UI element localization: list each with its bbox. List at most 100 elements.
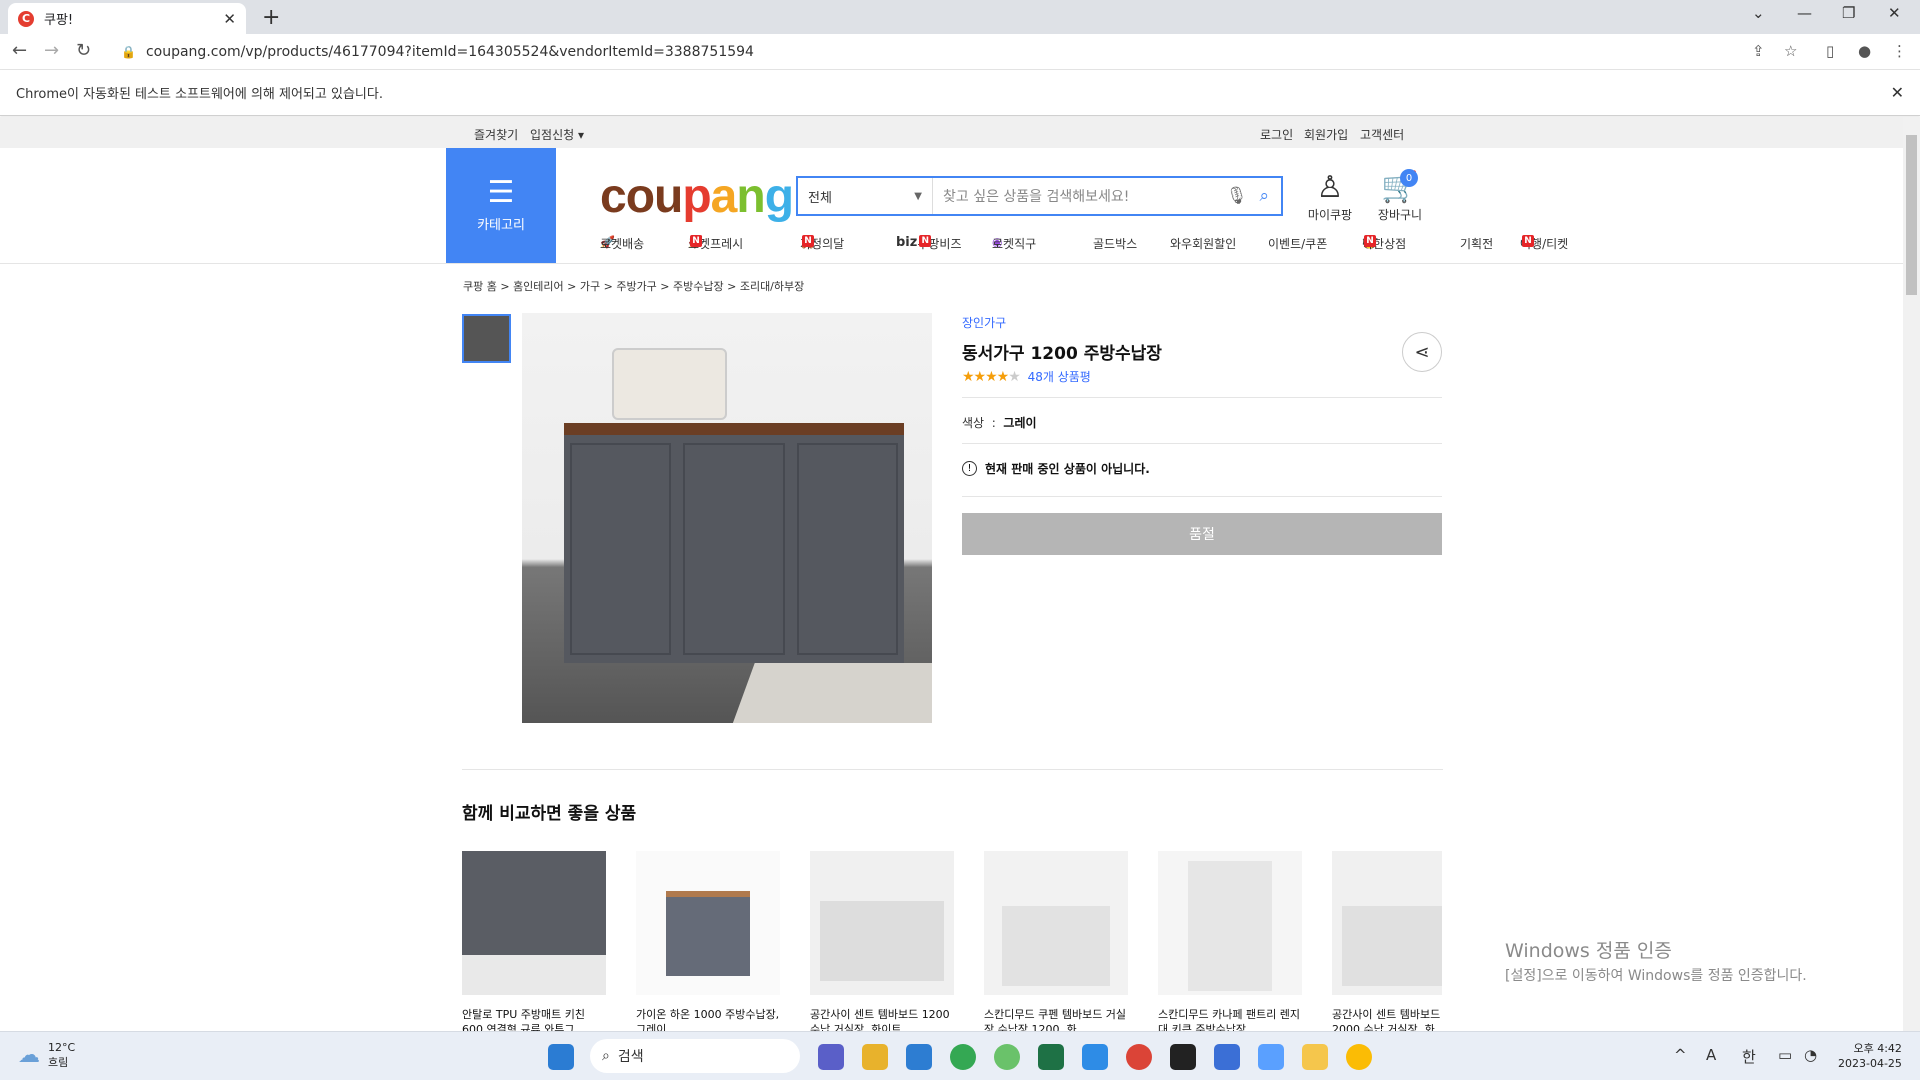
url-text: coupang.com/vp/products/46177094?itemId=… [145,44,754,60]
category-button[interactable]: ☰ 카테고리 [446,148,556,263]
coupang-logo[interactable]: coupang [600,169,794,224]
divider [962,397,1442,398]
compare-product-name: 안탈로 TPU 주방매트 키친 600 연결형 규류 와투그 [462,1008,585,1031]
store-icon[interactable] [1258,1044,1284,1070]
chrome-dev-icon[interactable] [1126,1044,1152,1070]
window-close-icon[interactable]: ✕ [1888,4,1901,22]
tab-title: 쿠팡! [44,13,74,28]
compare-product-name: 가이온 하온 1000 주방수납장, 그레이 [636,1008,780,1031]
breadcrumb[interactable]: 쿠팡 홈 > 홈인테리어 > 가구 > 주방가구 > 주방수납장 > 조리대/하… [463,278,804,294]
hamburger-icon: ☰ [487,175,515,210]
header-divider [0,263,1903,264]
login-link[interactable]: 로그인 [1260,126,1293,143]
maximize-icon[interactable]: ❐ [1842,4,1855,22]
chrome-icon[interactable] [950,1044,976,1070]
file-explorer-icon[interactable] [1302,1044,1328,1070]
minimize-icon[interactable]: — [1797,4,1812,22]
sticky-notes-icon[interactable] [1170,1044,1196,1070]
tab-close-icon[interactable]: ✕ [223,10,236,28]
compare-product-card[interactable]: 공간사이 센트 템바보드 1200 수납 거실장, 화이트 [810,851,954,1031]
chrome-active-icon[interactable] [1346,1044,1372,1070]
search-category-select[interactable]: 전체 ▼ [798,178,933,214]
new-tab-icon[interactable]: + [262,5,280,30]
excel-icon[interactable] [1038,1044,1064,1070]
mic-icon[interactable]: 🎙 [1226,186,1248,206]
product-info: 장인가구 동서가구 1200 주방수납장 ★★★★★ 48개 상품평 ⋖ [962,314,1442,385]
share-icon[interactable]: ⋖ [1402,332,1442,372]
start-windows-icon[interactable] [548,1044,574,1070]
rug-illustration [729,663,932,723]
profile-icon[interactable]: ● [1858,42,1871,60]
bookmark-link[interactable]: 즐겨찾기 [474,126,518,143]
browser-tabstrip: C 쿠팡! ✕ + ⌄ — ❐ ✕ [0,0,1920,34]
tray-chevron-icon[interactable]: ^ [1674,1046,1687,1064]
search-input[interactable]: 찾고 싶은 상품을 검색해보세요! [933,186,1226,206]
tab-search-icon[interactable]: ⌄ [1752,4,1765,22]
compare-product-name: 스칸디무드 쿠펜 템바보드 거실장 수납장 1200, 화 [984,1008,1127,1031]
compare-product-card[interactable]: 가이온 하온 1000 주방수납장, 그레이 [636,851,780,1031]
compare-product-name: 스칸디무드 카나페 팬트리 렌지대 키큰 주방수납장 [1158,1008,1301,1031]
photos-icon[interactable] [862,1044,888,1070]
weather-widget[interactable]: ☁ 12°C 흐림 [18,1041,75,1070]
side-panel-icon[interactable]: ▯ [1826,42,1834,60]
ime-language[interactable]: 한 [1742,1046,1756,1067]
bookmark-star-icon[interactable]: ☆ [1784,42,1797,60]
system-clock[interactable]: 오후 4:42 2023-04-25 [1838,1041,1902,1071]
infobar-close-icon[interactable]: ✕ [1891,83,1904,102]
seller-signup-link[interactable]: 입점신청 ▾ [530,126,584,143]
infobar-text: Chrome이 자동화된 테스트 소프트웨어에 의해 제어되고 있습니다. [16,87,383,102]
search-icon[interactable]: ⌕ [1259,186,1269,206]
compare-product-card[interactable]: 스칸디무드 쿠펜 템바보드 거실장 수납장 1200, 화 [984,851,1128,1031]
notepad-icon[interactable] [1214,1044,1240,1070]
compare-product-card[interactable]: 안탈로 TPU 주방매트 키친 600 연결형 규류 와투그 [462,851,606,1031]
nav-wow-discount[interactable]: 와우회원할인 [1170,235,1236,252]
cabinet-illustration [564,423,904,663]
windows-taskbar: ☁ 12°C 흐림 ⌕ 검색 ^ A 한 ▭ ◔ 오후 4:42 2023-04-2… [0,1031,1920,1080]
nav-event-coupon[interactable]: 이벤트/쿠폰 [1268,235,1327,252]
product-title: 동서가구 1200 주방수납장 [962,344,1162,364]
review-count[interactable]: 48개 상품평 [1028,370,1091,384]
network-icon[interactable]: ▭ [1778,1046,1792,1064]
taskbar-search[interactable]: ⌕ 검색 [590,1039,800,1073]
rating[interactable]: ★★★★★ 48개 상품평 [962,368,1442,385]
compare-product-name: 공간사이 센트 템바보드 2000 수납 거실장, 화이 [1332,1008,1441,1031]
option-row: 색상 : 그레이 [962,416,1037,430]
signup-link[interactable]: 회원가입 [1304,126,1348,143]
product-main-image [522,313,932,723]
ime-mode[interactable]: A [1706,1046,1716,1064]
teams-icon[interactable] [818,1044,844,1070]
share-page-icon[interactable]: ⇪ [1752,42,1765,60]
browser-tab[interactable]: C 쿠팡! ✕ [8,3,246,34]
volume-icon[interactable]: ◔ [1804,1046,1817,1064]
section-divider [462,769,1443,770]
wechat-icon[interactable] [994,1044,1020,1070]
compare-product-name: 공간사이 센트 템바보드 1200 수납 거실장, 화이트 [810,1008,950,1031]
compare-product-card[interactable]: 공간사이 센트 템바보드 2000 수납 거실장, 화이 [1332,851,1442,1031]
product-thumbnail[interactable] [462,314,511,363]
cart-count-badge: 0 [1400,169,1418,187]
forward-icon[interactable]: → [44,40,59,61]
reload-icon[interactable]: ↻ [76,40,91,61]
toaster-illustration [612,348,727,420]
star-rating-icon: ★★★★★ [962,369,1021,385]
menu-kebab-icon[interactable]: ⋮ [1892,42,1907,60]
search-icon: ⌕ [602,1048,610,1064]
scrollbar-thumb[interactable] [1906,135,1917,295]
compare-product-image [636,851,780,995]
compare-product-card[interactable]: 스칸디무드 카나페 팬트리 렌지대 키큰 주방수납장 [1158,851,1302,1031]
nav-exhibition[interactable]: 기획전 [1460,235,1493,252]
coupang-favicon-icon: C [18,10,34,27]
page-scrollbar[interactable] [1903,117,1920,1031]
mypage-button[interactable]: ♙ 마이쿠팡 [1302,170,1358,223]
nav-gold-box[interactable]: 골드박스 [1093,235,1137,252]
divider [962,496,1442,497]
vscode-icon[interactable] [1082,1044,1108,1070]
soldout-button[interactable]: 품절 [962,513,1442,555]
nav-coupang-biz[interactable]: biz 쿠팡비즈 N [896,235,962,251]
back-icon[interactable]: ← [12,40,27,61]
settings-icon[interactable] [906,1044,932,1070]
compare-product-image [1332,851,1442,995]
customer-center-link[interactable]: 고객센터 [1360,126,1404,143]
address-bar[interactable]: 🔒 coupang.com/vp/products/46177094?itemI… [107,37,1807,67]
brand-link[interactable]: 장인가구 [962,314,1442,331]
